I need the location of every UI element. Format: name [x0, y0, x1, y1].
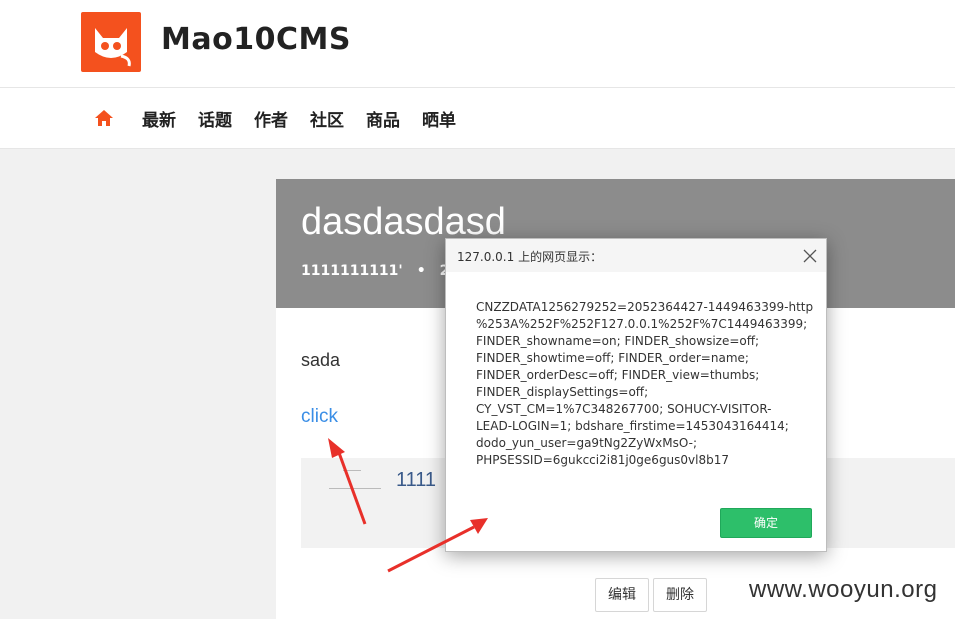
watermark: www.wooyun.org: [749, 576, 938, 603]
arrow-icon: [328, 438, 367, 525]
arrow-icon: [387, 518, 488, 573]
annotation-arrows: [328, 438, 488, 573]
